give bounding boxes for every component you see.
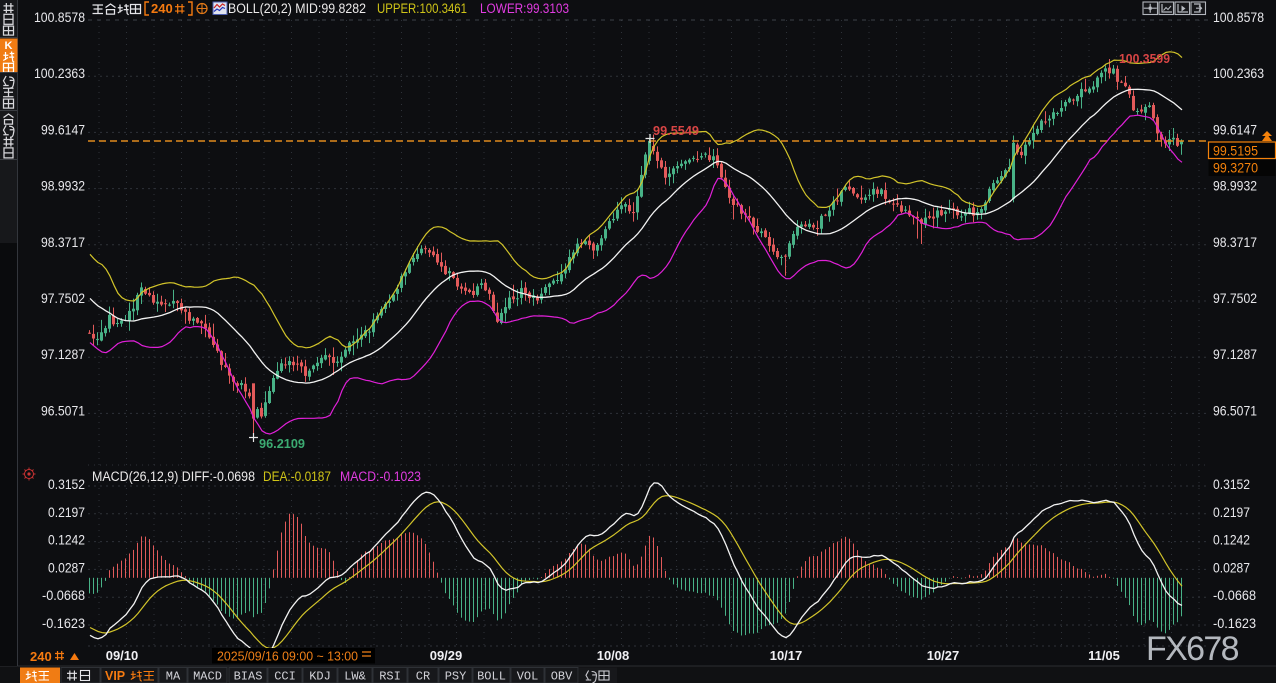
svg-text:DEA:-0.0187: DEA:-0.0187 [263,469,331,484]
svg-text:99.6147: 99.6147 [41,122,85,137]
svg-text:K: K [5,40,13,52]
svg-text:MACD(26,12,9) DIFF:-0.0698: MACD(26,12,9) DIFF:-0.0698 [92,469,255,484]
svg-text:0.1242: 0.1242 [1213,533,1250,548]
svg-text:MACD:-0.1023: MACD:-0.1023 [340,469,421,484]
svg-text:97.7502: 97.7502 [41,291,85,306]
svg-text:VOL: VOL [517,670,539,683]
svg-text:09/29: 09/29 [430,648,463,663]
svg-text:0.0287: 0.0287 [1213,560,1250,575]
svg-text:0.2197: 0.2197 [1213,505,1250,520]
svg-text:0.3152: 0.3152 [1213,477,1250,492]
svg-text:98.3717: 98.3717 [41,235,85,250]
svg-text:96.5071: 96.5071 [1213,403,1257,418]
svg-text:10/27: 10/27 [927,648,960,663]
svg-text:10/08: 10/08 [597,648,630,663]
svg-text:100.2363: 100.2363 [1213,66,1264,81]
svg-text:240: 240 [30,649,52,664]
svg-text:100.8578: 100.8578 [1213,10,1264,25]
svg-text:BIAS: BIAS [234,670,263,683]
svg-text:10/17: 10/17 [770,648,803,663]
svg-text:240: 240 [151,1,173,16]
svg-text:-0.1623: -0.1623 [1213,616,1256,631]
svg-text:100.3599: 100.3599 [1119,52,1170,66]
svg-text:100.2363: 100.2363 [34,66,85,81]
svg-text:CR: CR [416,670,430,683]
svg-text:LOWER:99.3103: LOWER:99.3103 [480,1,569,16]
svg-text:98.3717: 98.3717 [1213,235,1257,250]
svg-text:0.3152: 0.3152 [48,477,85,492]
svg-text:CCI: CCI [274,670,296,683]
svg-text:-0.0668: -0.0668 [1213,588,1256,603]
svg-text:FX678: FX678 [1146,630,1241,668]
svg-text:LW&: LW& [344,670,366,683]
svg-text:MACD: MACD [193,670,222,683]
svg-text:99.5549: 99.5549 [653,124,699,138]
svg-text:0.0287: 0.0287 [48,560,85,575]
svg-text:BOLL(20,2) MID:99.8282: BOLL(20,2) MID:99.8282 [228,1,366,16]
svg-text:96.5071: 96.5071 [41,403,85,418]
svg-text:BOLL: BOLL [477,670,506,683]
svg-text:97.7502: 97.7502 [1213,291,1257,306]
svg-text:11/05: 11/05 [1088,648,1120,663]
svg-text:OBV: OBV [551,670,573,683]
svg-text:98.9932: 98.9932 [41,179,85,194]
svg-text:0.1242: 0.1242 [48,533,85,548]
svg-text:98.9932: 98.9932 [1213,179,1257,194]
svg-text:-0.1623: -0.1623 [42,616,85,631]
svg-text:-0.0668: -0.0668 [42,588,85,603]
svg-text:97.1287: 97.1287 [41,347,85,362]
svg-text:0.2197: 0.2197 [48,505,85,520]
svg-text:96.2109: 96.2109 [259,437,305,451]
svg-text:UPPER:100.3461: UPPER:100.3461 [377,1,467,16]
svg-text:RSI: RSI [379,670,401,683]
svg-text:PSY: PSY [445,670,467,683]
svg-text:100.8578: 100.8578 [34,10,85,25]
svg-text:99.5195: 99.5195 [1213,144,1258,159]
svg-text:VIP: VIP [105,669,125,683]
svg-text:2025/09/16 09:00 ~ 13:00: 2025/09/16 09:00 ~ 13:00 [217,649,358,664]
svg-text:99.6147: 99.6147 [1213,122,1257,137]
svg-text:09/10: 09/10 [106,648,139,663]
svg-text:97.1287: 97.1287 [1213,347,1257,362]
svg-text:KDJ: KDJ [309,670,331,683]
svg-text:99.3270: 99.3270 [1213,161,1258,176]
svg-text:MA: MA [166,670,181,683]
